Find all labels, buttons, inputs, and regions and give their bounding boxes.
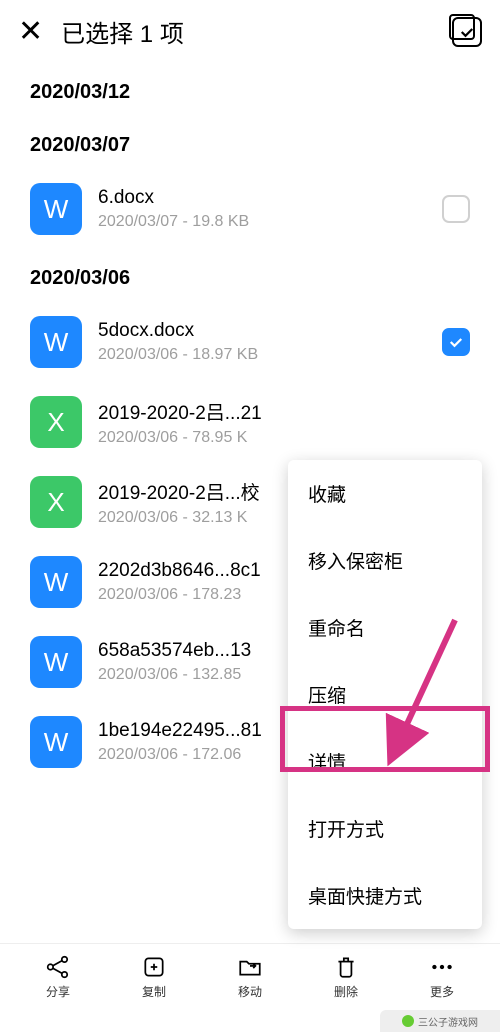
menu-item[interactable]: 桌面快捷方式 — [288, 862, 482, 929]
excel-icon: X — [30, 396, 82, 448]
delete-button[interactable]: 删除 — [333, 954, 359, 1000]
select-all-toggle[interactable] — [452, 17, 482, 47]
excel-icon: X — [30, 476, 82, 528]
word-icon: W — [30, 556, 82, 608]
share-icon — [45, 954, 71, 980]
more-icon — [429, 954, 455, 980]
file-meta: 2020/03/06 - 78.95 K — [98, 429, 470, 447]
move-icon — [237, 954, 263, 980]
header-title: 已选择 1 项 — [61, 14, 434, 49]
file-row[interactable]: X 2019-2020-2吕...21 2020/03/06 - 78.95 K — [0, 382, 500, 462]
copy-icon — [141, 954, 167, 980]
file-checkbox[interactable] — [442, 195, 470, 223]
file-name: 5docx.docx — [98, 320, 426, 342]
file-name: 2019-2020-2吕...21 — [98, 398, 470, 425]
file-checkbox[interactable] — [442, 328, 470, 356]
menu-item[interactable]: 打开方式 — [288, 795, 482, 862]
date-header: 2020/03/12 — [0, 63, 500, 116]
word-icon: W — [30, 716, 82, 768]
watermark: 三公子游戏网 — [380, 1010, 500, 1032]
menu-item[interactable]: 收藏 — [288, 460, 482, 527]
word-icon: W — [30, 183, 82, 235]
share-button[interactable]: 分享 — [45, 954, 71, 1000]
word-icon: W — [30, 636, 82, 688]
file-meta: 2020/03/06 - 18.97 KB — [98, 346, 426, 364]
file-name: 6.docx — [98, 187, 426, 209]
file-meta: 2020/03/07 - 19.8 KB — [98, 213, 426, 231]
trash-icon — [333, 954, 359, 980]
move-button[interactable]: 移动 — [237, 954, 263, 1000]
menu-item[interactable]: 移入保密柜 — [288, 527, 482, 594]
bottom-toolbar: 分享 复制 移动 删除 更多 — [0, 943, 500, 1010]
word-icon: W — [30, 316, 82, 368]
date-header: 2020/03/06 — [0, 249, 500, 302]
close-icon[interactable]: ✕ — [18, 17, 43, 47]
file-row[interactable]: W 5docx.docx 2020/03/06 - 18.97 KB — [0, 302, 500, 382]
menu-item[interactable]: 详情 — [288, 728, 482, 795]
date-header: 2020/03/07 — [0, 116, 500, 169]
copy-button[interactable]: 复制 — [141, 954, 167, 1000]
menu-item[interactable]: 重命名 — [288, 594, 482, 661]
menu-item[interactable]: 压缩 — [288, 661, 482, 728]
context-menu: 收藏移入保密柜重命名压缩详情打开方式桌面快捷方式 — [288, 460, 482, 929]
more-button[interactable]: 更多 — [429, 954, 455, 1000]
file-row[interactable]: W 6.docx 2020/03/07 - 19.8 KB — [0, 169, 500, 249]
